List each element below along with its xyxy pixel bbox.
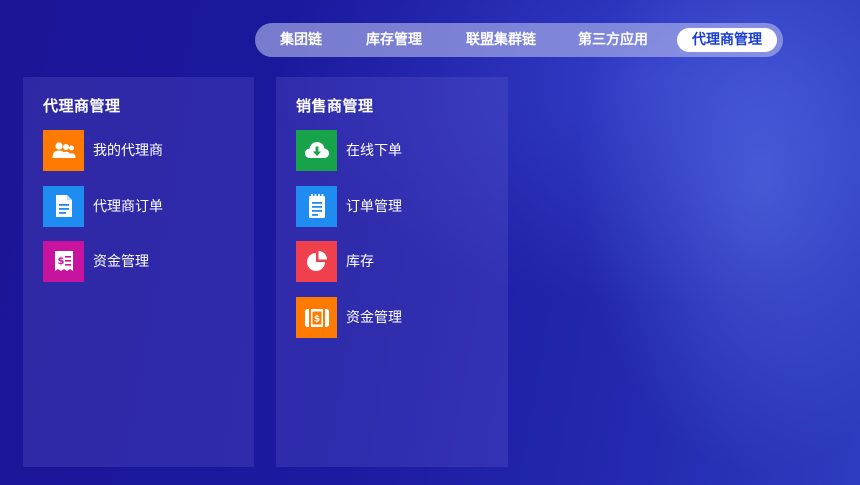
svg-text:$: $ [57,256,64,267]
panel-title: 代理商管理 [43,97,121,115]
notepad-icon [296,185,337,227]
menu-item-label: 订单管理 [346,199,402,215]
top-nav: 集团链 库存管理 联盟集群链 第三方应用 代理商管理 [255,23,783,57]
menu-item-label: 资金管理 [93,254,149,270]
tab-alliance-cluster-chain[interactable]: 联盟集群链 [453,28,549,52]
menu-item-label: 我的代理商 [93,143,163,159]
menu-item-label: 在线下单 [346,143,402,159]
tab-third-party-apps[interactable]: 第三方应用 [565,28,661,52]
menu-item-online-order[interactable]: 在线下单 [296,129,402,171]
menu-item-label: 资金管理 [346,310,402,326]
document-icon [43,185,84,227]
menu-item-my-agents[interactable]: 我的代理商 [43,129,163,171]
menu-item-order-management[interactable]: 订单管理 [296,185,402,227]
cloud-download-icon [296,129,337,171]
tab-inventory-management[interactable]: 库存管理 [353,28,435,52]
svg-text:$: $ [313,315,319,325]
menu-item-label: 代理商订单 [93,199,163,215]
tab-agent-management[interactable]: 代理商管理 [677,28,777,52]
tab-group-chain[interactable]: 集团链 [267,28,335,52]
users-icon [43,129,84,171]
money-bill-icon: $ [43,240,84,282]
distributor-management-panel: 销售商管理 在线下单 订单管理 库存 $ 资金管理 [276,77,508,467]
menu-item-label: 库存 [346,254,374,270]
panel-title: 销售商管理 [296,97,374,115]
menu-item-fund-management[interactable]: $ 资金管理 [296,296,402,338]
menu-item-agent-orders[interactable]: 代理商订单 [43,185,163,227]
agent-management-panel: 代理商管理 我的代理商 代理商订单 $ 资金管理 [23,77,254,467]
pie-chart-icon [296,240,337,282]
menu-item-inventory[interactable]: 库存 [296,240,374,282]
menu-item-fund-management[interactable]: $ 资金管理 [43,240,149,282]
wallet-icon: $ [296,296,337,338]
